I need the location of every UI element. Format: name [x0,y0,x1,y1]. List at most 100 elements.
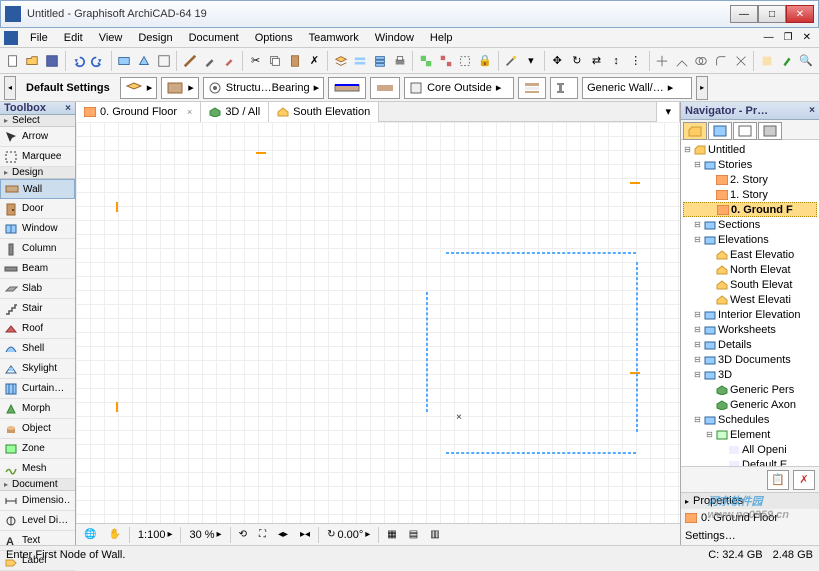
story-button[interactable] [371,50,389,72]
layout-button[interactable] [155,50,173,72]
tool-level[interactable]: Level Di… [0,511,75,531]
magic-wand-button[interactable] [502,50,520,72]
redo-button[interactable] [89,50,107,72]
paste-button[interactable] [286,50,304,72]
tool-column[interactable]: Column [0,239,75,259]
info-scroll-left[interactable]: ◂ [4,76,16,100]
resize-button[interactable] [732,50,750,72]
tab-ground-floor[interactable]: 0. Ground Floor× [76,102,201,122]
navigator-close[interactable]: × [809,105,815,116]
copy-button[interactable] [266,50,284,72]
tool-wall[interactable]: Wall [0,179,75,199]
new-button[interactable] [4,50,22,72]
wall-ref-line[interactable] [328,77,366,99]
pan-button[interactable]: ✋ [104,527,124,543]
menu-teamwork[interactable]: Teamwork [301,30,367,46]
menu-window[interactable]: Window [367,30,422,46]
open-button[interactable] [24,50,42,72]
cut-button[interactable]: ✂ [247,50,265,72]
fillet-button[interactable] [712,50,730,72]
wall-composite[interactable]: Generic Wall/…▸ [582,77,692,99]
save-button[interactable] [43,50,61,72]
plan-view-button[interactable] [116,50,134,72]
drag-button[interactable]: ✥ [548,50,566,72]
tool-roof[interactable]: Roof [0,319,75,339]
tool-object[interactable]: Object [0,419,75,439]
nav-tab-project[interactable] [683,122,707,140]
intersect-button[interactable] [693,50,711,72]
info-scroll-right[interactable]: ▸ [696,76,708,100]
mdi-minimize[interactable]: — [760,32,778,43]
trace-button[interactable] [758,50,776,72]
ungroup-button[interactable] [437,50,455,72]
composite-selector[interactable] [518,77,546,99]
undo-button[interactable] [70,50,88,72]
maximize-button[interactable]: □ [758,5,786,23]
layer-combo-button[interactable] [352,50,370,72]
layer-selector[interactable]: ▸ [120,77,158,99]
core-position[interactable]: Core Outside▸ [404,77,514,99]
tool-skylight[interactable]: Skylight [0,359,75,379]
find-button[interactable]: 🔍 [797,50,815,72]
angle-display[interactable]: ↻ 0.00° ▸ [323,527,374,543]
menu-view[interactable]: View [91,30,131,46]
display-option2[interactable]: ▤ [405,527,422,543]
close-button[interactable]: ✕ [786,5,814,23]
mirror-button[interactable]: ⇄ [588,50,606,72]
perspective-button[interactable] [135,50,153,72]
tool-window[interactable]: Window [0,219,75,239]
multiply-button[interactable]: ⋮ [627,50,645,72]
tab-close[interactable]: × [187,107,192,117]
mdi-close[interactable]: ✕ [799,32,815,43]
structural-function[interactable]: Structu…Bearing▸ [203,77,324,99]
default-settings-label[interactable]: Default Settings [20,82,116,94]
canvas-2d[interactable]: × [76,122,680,523]
split-button[interactable] [653,50,671,72]
scale-selector[interactable]: 1:100 ▸ [134,527,177,543]
tool-zone[interactable]: Zone [0,439,75,459]
zoom-next[interactable]: ▸◂ [296,527,314,543]
tab-overflow[interactable]: ▾ [656,102,680,122]
menu-file[interactable]: File [22,30,56,46]
rotate-button[interactable]: ↻ [568,50,586,72]
tool-stair[interactable]: Stair [0,299,75,319]
zoom-prev[interactable]: ◂▸ [274,527,292,543]
app-menu-icon[interactable] [4,31,18,45]
toolbox-close[interactable]: × [65,103,71,114]
tool-dimension[interactable]: Dimensio… [0,491,75,511]
delete-viewpoint-button[interactable]: ✗ [793,470,815,490]
suspend-button[interactable] [456,50,474,72]
profile-selector[interactable] [550,77,578,99]
delete-button[interactable]: ✗ [306,50,324,72]
tool-marquee[interactable]: Marquee [0,147,75,167]
tool-mesh[interactable]: Mesh [0,459,75,479]
material-selector[interactable]: ▸ [161,77,199,99]
tool-curtain[interactable]: Curtain… [0,379,75,399]
tool-arrow[interactable]: Arrow [0,127,75,147]
properties-header[interactable]: Properties [681,493,819,509]
menu-edit[interactable]: Edit [56,30,91,46]
group-button[interactable] [417,50,435,72]
display-option3[interactable]: ▥ [426,527,443,543]
tab-south-elevation[interactable]: South Elevation [269,102,379,122]
menu-options[interactable]: Options [247,30,301,46]
flip-button[interactable] [370,77,400,99]
new-viewpoint-button[interactable]: 📋 [767,470,789,490]
nav-tab-publisher[interactable] [758,122,782,140]
tool-slab[interactable]: Slab [0,279,75,299]
minimize-button[interactable]: — [730,5,758,23]
tool-beam[interactable]: Beam [0,259,75,279]
mdi-restore[interactable]: ❐ [780,32,797,43]
orbit-button[interactable]: 🌐 [80,527,100,543]
nav-tab-layout[interactable] [733,122,757,140]
elevate-button[interactable]: ↕ [607,50,625,72]
tool-morph[interactable]: Morph [0,399,75,419]
toolbox-section-document[interactable]: Document [0,479,75,491]
settings-button[interactable]: Settings… [685,530,815,542]
marker-button[interactable] [778,50,796,72]
menu-help[interactable]: Help [422,30,461,46]
lock-button[interactable]: 🔒 [476,50,494,72]
toolbox-section-select[interactable]: Select [0,115,75,127]
eyedropper-button[interactable] [201,50,219,72]
display-option1[interactable]: ▦ [383,527,400,543]
